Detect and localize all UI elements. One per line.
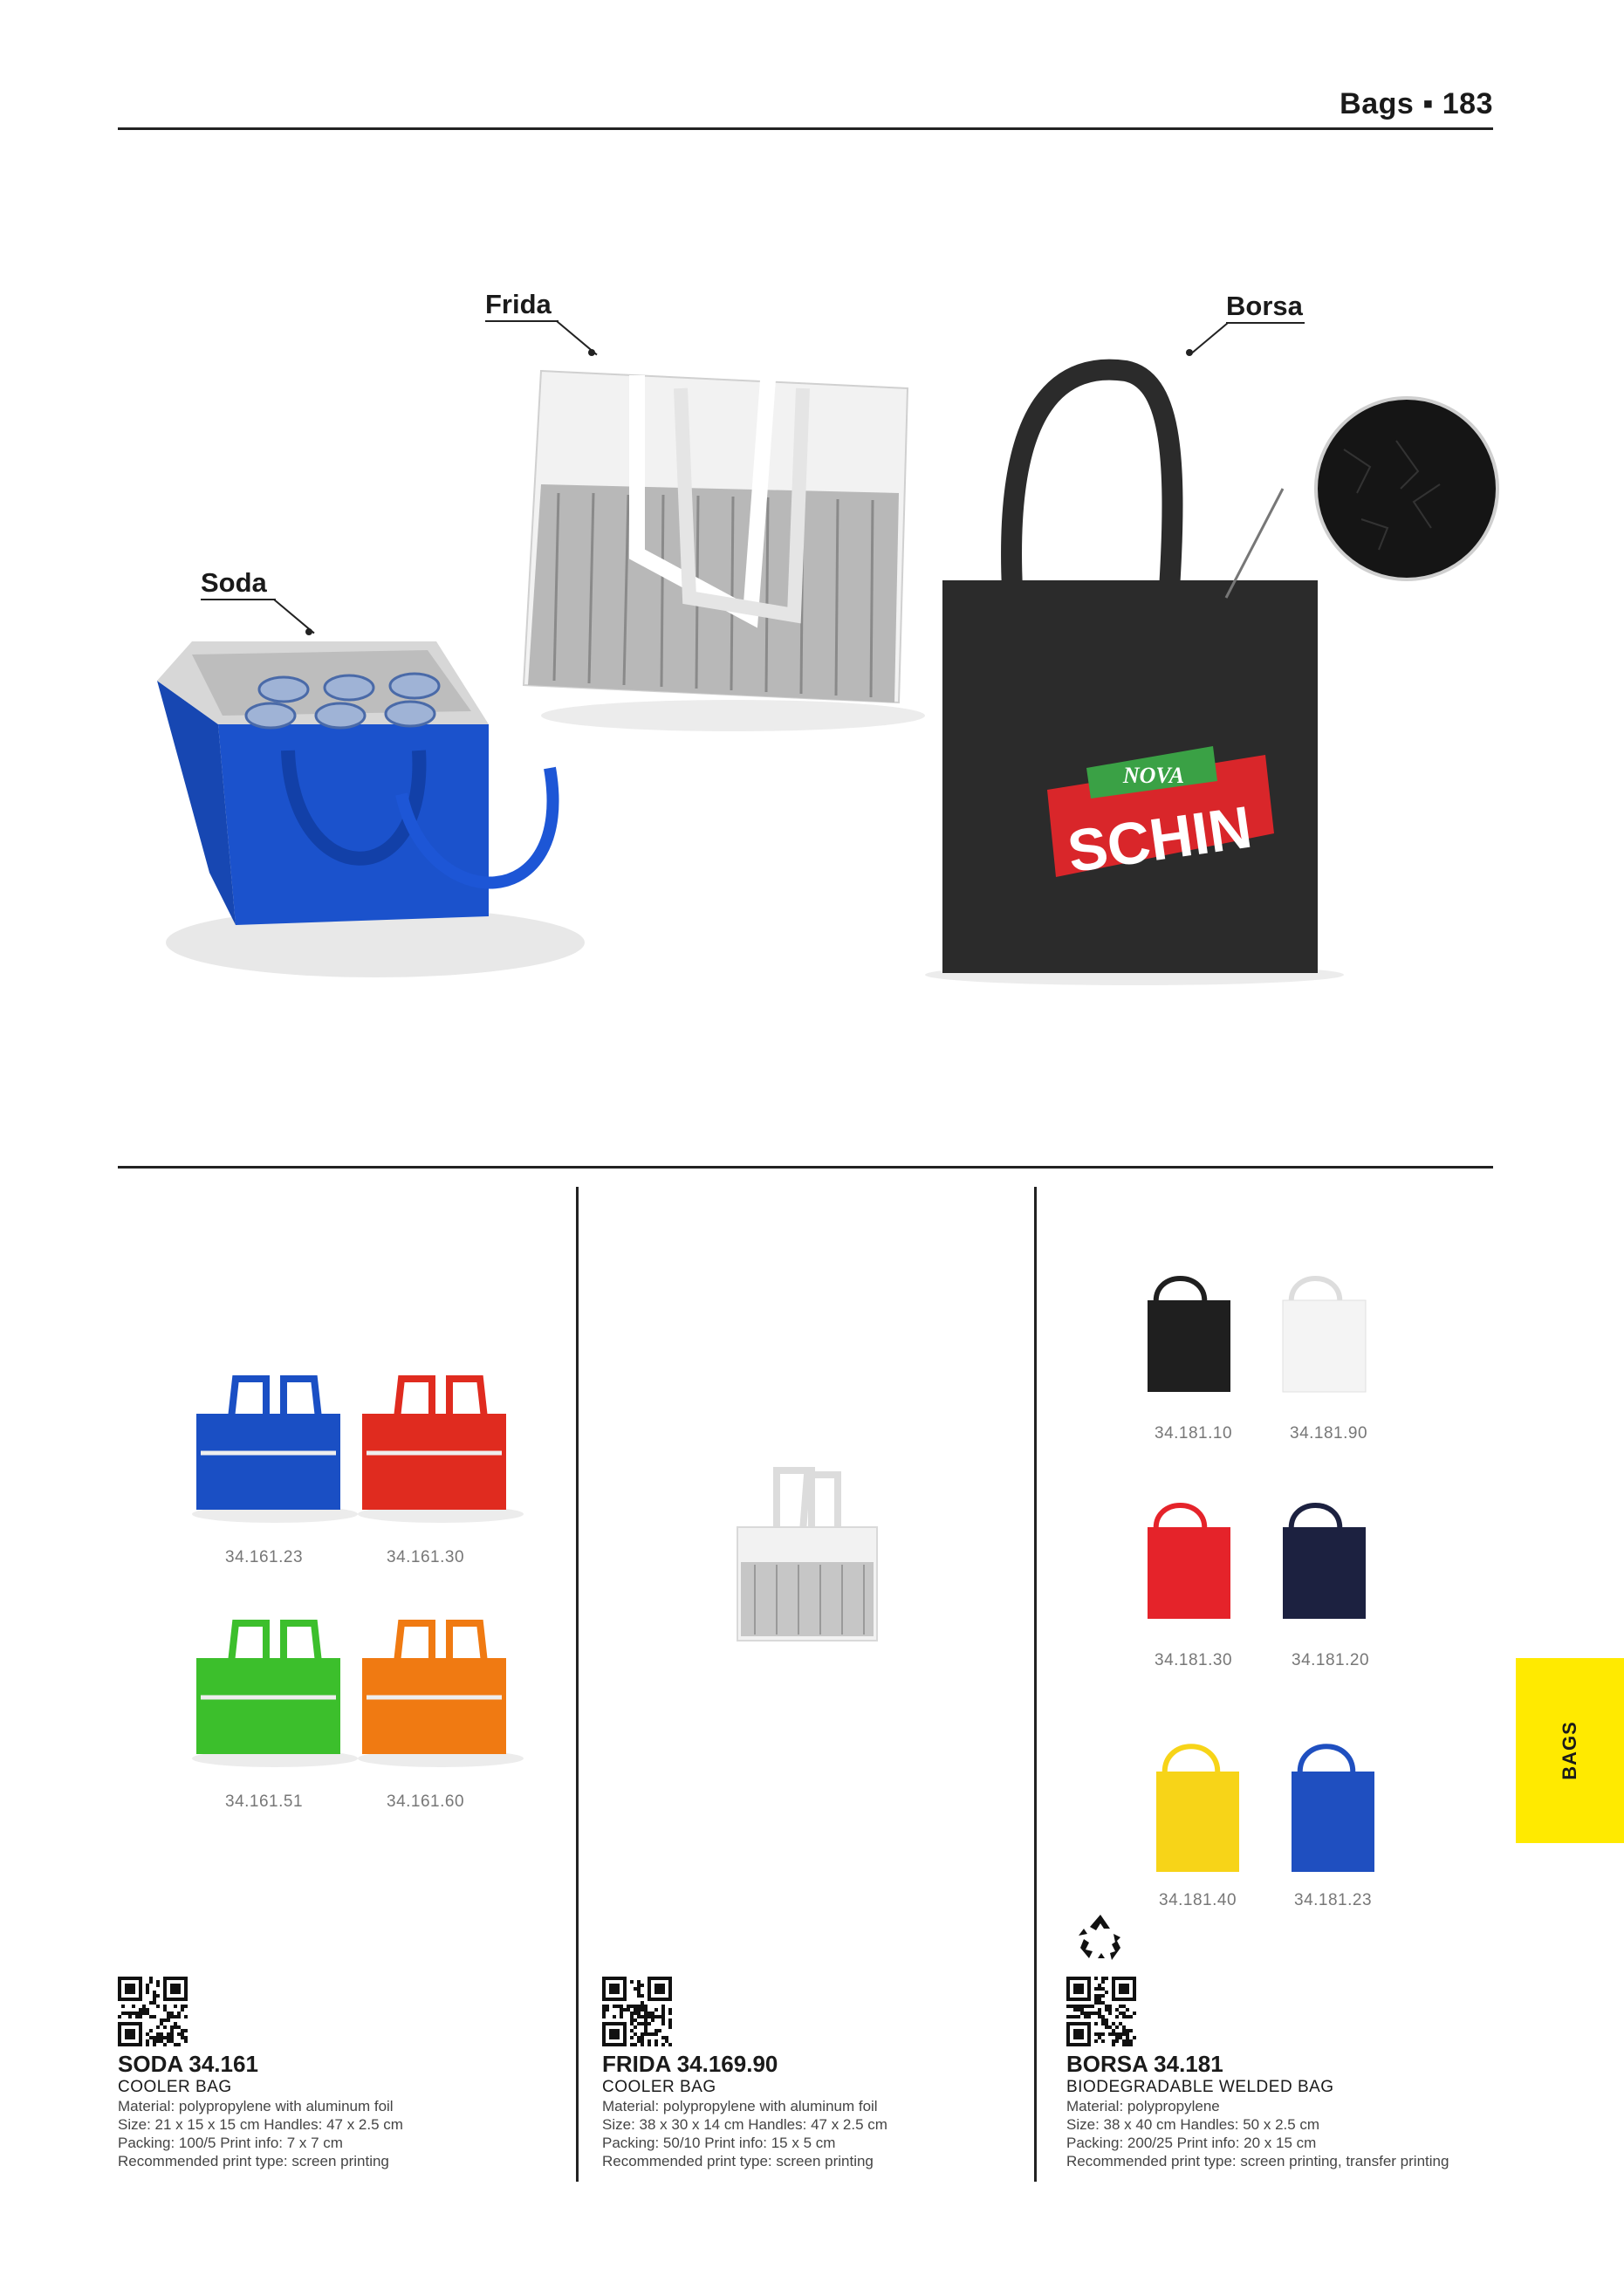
callout-soda: Soda <box>201 567 267 598</box>
product-print: Recommended print type: screen printing <box>602 2153 874 2169</box>
borsa-variants-row-1 <box>1148 1276 1367 1393</box>
variant-code: 34.181.23 <box>1294 1891 1373 1909</box>
product-material: Material: polypropylene with aluminum fo… <box>602 2098 878 2114</box>
side-tab-label: BAGS <box>1559 1721 1580 1780</box>
column-divider-1 <box>576 1187 579 2182</box>
variant-code: 34.161.23 <box>225 1548 304 1566</box>
borsa-info: BORSA 34.181 BIODEGRADABLE WELDED BAG Ma… <box>1066 2051 1503 2170</box>
borsa-variants-row-3 <box>1156 1744 1374 1872</box>
product-packing: Packing: 50/10 Print info: 15 x 5 cm <box>602 2135 836 2151</box>
variant-code: 34.181.20 <box>1292 1651 1370 1669</box>
frida-hero-image <box>522 369 925 731</box>
fabric-zoom-image <box>1224 396 1499 599</box>
section-divider <box>118 1166 1493 1169</box>
product-name: BORSA 34.181 <box>1066 2051 1223 2077</box>
product-type: COOLER BAG <box>602 2078 716 2096</box>
product-packing: Packing: 200/25 Print info: 20 x 15 cm <box>1066 2135 1317 2151</box>
header-divider <box>118 127 1493 130</box>
variant-code: 34.181.10 <box>1155 1424 1233 1443</box>
soda-variants-row-2 <box>192 1620 524 1767</box>
product-print: Recommended print type: screen printing <box>118 2153 389 2169</box>
product-size: Size: 21 x 15 x 15 cm Handles: 47 x 2.5 … <box>118 2116 403 2133</box>
product-size: Size: 38 x 40 cm Handles: 50 x 2.5 cm <box>1066 2116 1320 2133</box>
variant-code: 34.161.30 <box>387 1548 465 1566</box>
section-side-tab[interactable]: BAGS <box>1516 1658 1624 1843</box>
callout-frida-dot <box>588 349 595 356</box>
variant-code: 34.181.30 <box>1155 1651 1233 1669</box>
callout-borsa: Borsa <box>1226 291 1303 321</box>
callout-borsa-dot <box>1186 349 1193 356</box>
variant-code: 34.181.40 <box>1159 1891 1237 1909</box>
recycle-icon <box>1079 1915 1120 1960</box>
frida-variant-image <box>737 1467 878 1641</box>
borsa-qr-code-icon <box>1066 1977 1136 2046</box>
variant-code: 34.161.51 <box>225 1792 304 1811</box>
column-divider-2 <box>1034 1187 1037 2182</box>
soda-variants-row-1 <box>192 1375 524 1523</box>
callout-soda-dot <box>305 628 312 635</box>
borsa-variants-row-2 <box>1148 1503 1366 1619</box>
soda-qr-code-icon <box>118 1977 188 2046</box>
product-packing: Packing: 100/5 Print info: 7 x 7 cm <box>118 2135 343 2151</box>
frida-info: FRIDA 34.169.90 COOLER BAG Material: pol… <box>602 2051 1021 2170</box>
product-name: SODA 34.161 <box>118 2051 258 2077</box>
variant-code: 34.181.90 <box>1290 1424 1368 1443</box>
callout-frida: Frida <box>485 289 552 319</box>
product-material: Material: polypropylene with aluminum fo… <box>118 2098 394 2114</box>
brand-top-text: NOVA <box>1122 763 1184 788</box>
product-print: Recommended print type: screen printing,… <box>1066 2153 1449 2169</box>
callout-frida-underline <box>485 320 558 322</box>
product-name: FRIDA 34.169.90 <box>602 2051 778 2077</box>
product-type: BIODEGRADABLE WELDED BAG <box>1066 2078 1334 2096</box>
callout-soda-underline <box>201 599 276 600</box>
variant-code: 34.161.60 <box>387 1792 465 1811</box>
frida-qr-code-icon <box>602 1977 672 2046</box>
product-size: Size: 38 x 30 x 14 cm Handles: 47 x 2.5 … <box>602 2116 887 2133</box>
callout-borsa-underline <box>1226 322 1305 324</box>
product-type: COOLER BAG <box>118 2078 232 2096</box>
soda-info: SODA 34.161 COOLER BAG Material: polypro… <box>118 2051 554 2170</box>
page-title: Bags ▪ 183 <box>1340 87 1493 120</box>
product-material: Material: polypropylene <box>1066 2098 1220 2114</box>
